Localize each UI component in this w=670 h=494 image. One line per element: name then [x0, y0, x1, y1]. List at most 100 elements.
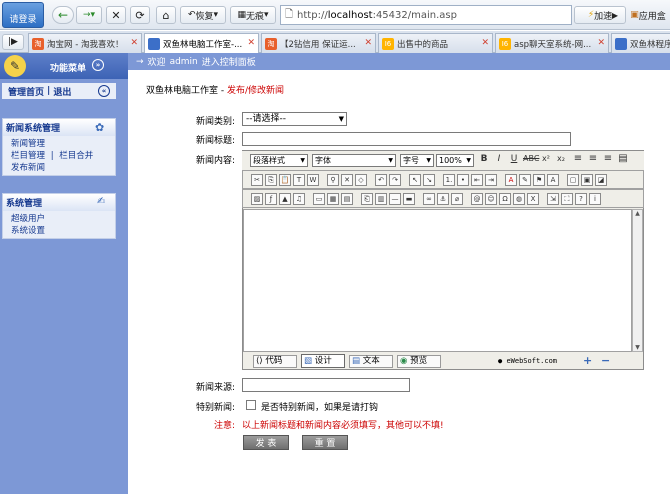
ordered-list-icon[interactable]: 1. — [443, 174, 455, 186]
layer-icon[interactable]: ◪ — [595, 174, 607, 186]
sidebar-item-news-manage[interactable]: 新闻管理 — [3, 138, 115, 150]
flash-icon[interactable]: ƒ — [265, 193, 277, 205]
collapse-sidebar-icon[interactable]: « — [98, 85, 110, 97]
tab-close-icon[interactable]: ✕ — [247, 38, 255, 48]
editor-body[interactable] — [243, 209, 632, 352]
paste-icon[interactable]: 📋 — [279, 174, 291, 186]
image-icon[interactable]: ▨ — [251, 193, 263, 205]
tab-item[interactable]: 双鱼林电脑工作室-... ✕ — [144, 33, 259, 53]
font-select[interactable]: 字体 — [312, 154, 396, 167]
bullet-list-icon[interactable]: • — [457, 174, 469, 186]
column-merge-link[interactable]: 栏目合并 — [59, 151, 93, 161]
address-bar[interactable]: 🗋 http://localhost:45432/main.asp — [280, 5, 572, 25]
para-style-select[interactable]: 段落样式 — [250, 154, 308, 167]
sidebar-item-settings[interactable]: 系统设置 — [3, 225, 115, 237]
stop-icon[interactable]: ✕ — [106, 6, 126, 24]
source-input[interactable] — [242, 378, 410, 392]
media-icon[interactable]: ▲ — [279, 193, 291, 205]
about-icon[interactable]: i — [589, 193, 601, 205]
app-button[interactable]: ▣ 应用盒 — [626, 6, 670, 24]
login-button[interactable]: 请登录 — [2, 2, 44, 28]
mode-design-tab[interactable]: ▧ 设计 — [301, 354, 345, 368]
underline-icon[interactable]: U — [508, 154, 520, 166]
submit-button[interactable]: 发 表 — [243, 435, 289, 450]
align-center-icon[interactable]: ≡ — [587, 154, 599, 166]
tab-close-icon[interactable]: ✕ — [597, 38, 605, 48]
cut-icon[interactable]: ✂ — [251, 174, 263, 186]
column-manage-link[interactable]: 栏目管理 — [11, 151, 45, 161]
outdent-icon[interactable]: ⇤ — [471, 174, 483, 186]
tab-item[interactable]: 双鱼林程序 — [611, 33, 670, 53]
date-icon[interactable]: ▥ — [375, 193, 387, 205]
category-select[interactable]: --请选择-- ▼ — [242, 112, 347, 126]
play-icon[interactable]: ▶ — [608, 6, 622, 24]
align-left-icon[interactable]: ≡ — [572, 154, 584, 166]
noimage-button[interactable]: ▦ 无痕 ▾ — [230, 6, 276, 24]
page-break-icon[interactable]: ⎗ — [361, 193, 373, 205]
delete-icon[interactable]: ✕ — [341, 174, 353, 186]
tab-item[interactable]: 淘【2钻信用 保证运... ✕ — [261, 33, 376, 53]
text-field-icon[interactable]: ▭ — [313, 193, 325, 205]
superscript-icon[interactable]: x² — [540, 154, 552, 166]
bold-icon[interactable]: B — [478, 154, 490, 166]
editor-scrollbar[interactable]: ▲ ▼ — [632, 209, 643, 352]
scroll-up-icon[interactable]: ▲ — [633, 210, 642, 217]
forward-arrow-icon[interactable]: →▾ — [76, 6, 102, 24]
copy-icon[interactable]: ⎘ — [265, 174, 277, 186]
home-icon[interactable]: ⌂ — [156, 6, 176, 24]
tab-item[interactable]: I6 asp聊天室系统-网... ✕ — [495, 33, 609, 53]
eraser-icon[interactable]: ◇ — [355, 174, 367, 186]
tab-close-icon[interactable]: ✕ — [481, 38, 489, 48]
redo-editor-icon[interactable]: ↷ — [389, 174, 401, 186]
shrink-icon[interactable]: − — [601, 354, 610, 367]
collapse-circle-icon[interactable]: » — [92, 59, 104, 71]
size-select[interactable]: 字号 — [400, 154, 434, 167]
refresh-icon[interactable]: ⟳ — [130, 6, 150, 24]
mail-icon[interactable]: @ — [471, 193, 483, 205]
paste-word-icon[interactable]: W — [307, 174, 319, 186]
paste-text-icon[interactable]: T — [293, 174, 305, 186]
tab-close-icon[interactable]: ✕ — [130, 38, 138, 48]
format-painter-icon[interactable]: ⚑ — [533, 174, 545, 186]
tab-item[interactable]: 淘淘宝网 - 淘我喜欢！ ✕ — [28, 33, 142, 53]
strikethrough-icon[interactable]: ABC — [523, 154, 539, 166]
logout-link[interactable]: 退出 — [53, 85, 71, 98]
indent-icon[interactable]: ⇥ — [485, 174, 497, 186]
mode-preview-tab[interactable]: ◉ 预览 — [397, 355, 441, 368]
undo-editor-icon[interactable]: ↶ — [375, 174, 387, 186]
title-input[interactable] — [242, 132, 571, 146]
excel-icon[interactable]: X — [527, 193, 539, 205]
frame-icon[interactable]: ▣ — [581, 174, 593, 186]
italic-icon[interactable]: I — [493, 154, 505, 166]
unlink-icon[interactable]: ⌀ — [451, 193, 463, 205]
link-icon[interactable]: ∞ — [423, 193, 435, 205]
pointer-icon[interactable]: ↖ — [409, 174, 421, 186]
marquee-icon[interactable]: ▬ — [403, 193, 415, 205]
tab-item[interactable]: I6 出售中的商品 ✕ — [378, 33, 493, 53]
restore-button[interactable]: ↶ 恢复 ▾ — [180, 6, 226, 24]
tab-close-icon[interactable]: ✕ — [364, 38, 372, 48]
full-screen-icon[interactable]: ⛶ — [561, 193, 573, 205]
subscript-icon[interactable]: x₂ — [555, 154, 567, 166]
help-icon[interactable]: ? — [575, 193, 587, 205]
scroll-down-icon[interactable]: ▼ — [633, 344, 642, 351]
mode-text-tab[interactable]: ▤ 文本 — [349, 355, 393, 368]
emoticon-icon[interactable]: ☺ — [485, 193, 497, 205]
symbol-icon[interactable]: Ω — [499, 193, 511, 205]
cell-icon[interactable]: ▤ — [341, 193, 353, 205]
highlight-icon[interactable]: A — [547, 174, 559, 186]
select-all-icon[interactable]: ↘ — [423, 174, 435, 186]
reset-button[interactable]: 重 置 — [302, 435, 348, 450]
globe-icon[interactable]: ◍ — [513, 193, 525, 205]
special-checkbox[interactable] — [246, 400, 256, 410]
back-arrow-icon[interactable]: ← — [52, 6, 74, 24]
bg-color-icon[interactable]: ✎ — [519, 174, 531, 186]
box-border-icon[interactable]: ▢ — [567, 174, 579, 186]
align-right-icon[interactable]: ≡ — [602, 154, 614, 166]
font-color-icon[interactable]: A — [505, 174, 517, 186]
sidebar-item-superuser[interactable]: 超级用户 — [3, 213, 115, 225]
music-icon[interactable]: ♫ — [293, 193, 305, 205]
expand-icon[interactable]: + — [583, 354, 592, 367]
horizontal-rule-icon[interactable]: — — [389, 193, 401, 205]
sidebar-item-publish[interactable]: 发布新闻 — [3, 162, 115, 174]
